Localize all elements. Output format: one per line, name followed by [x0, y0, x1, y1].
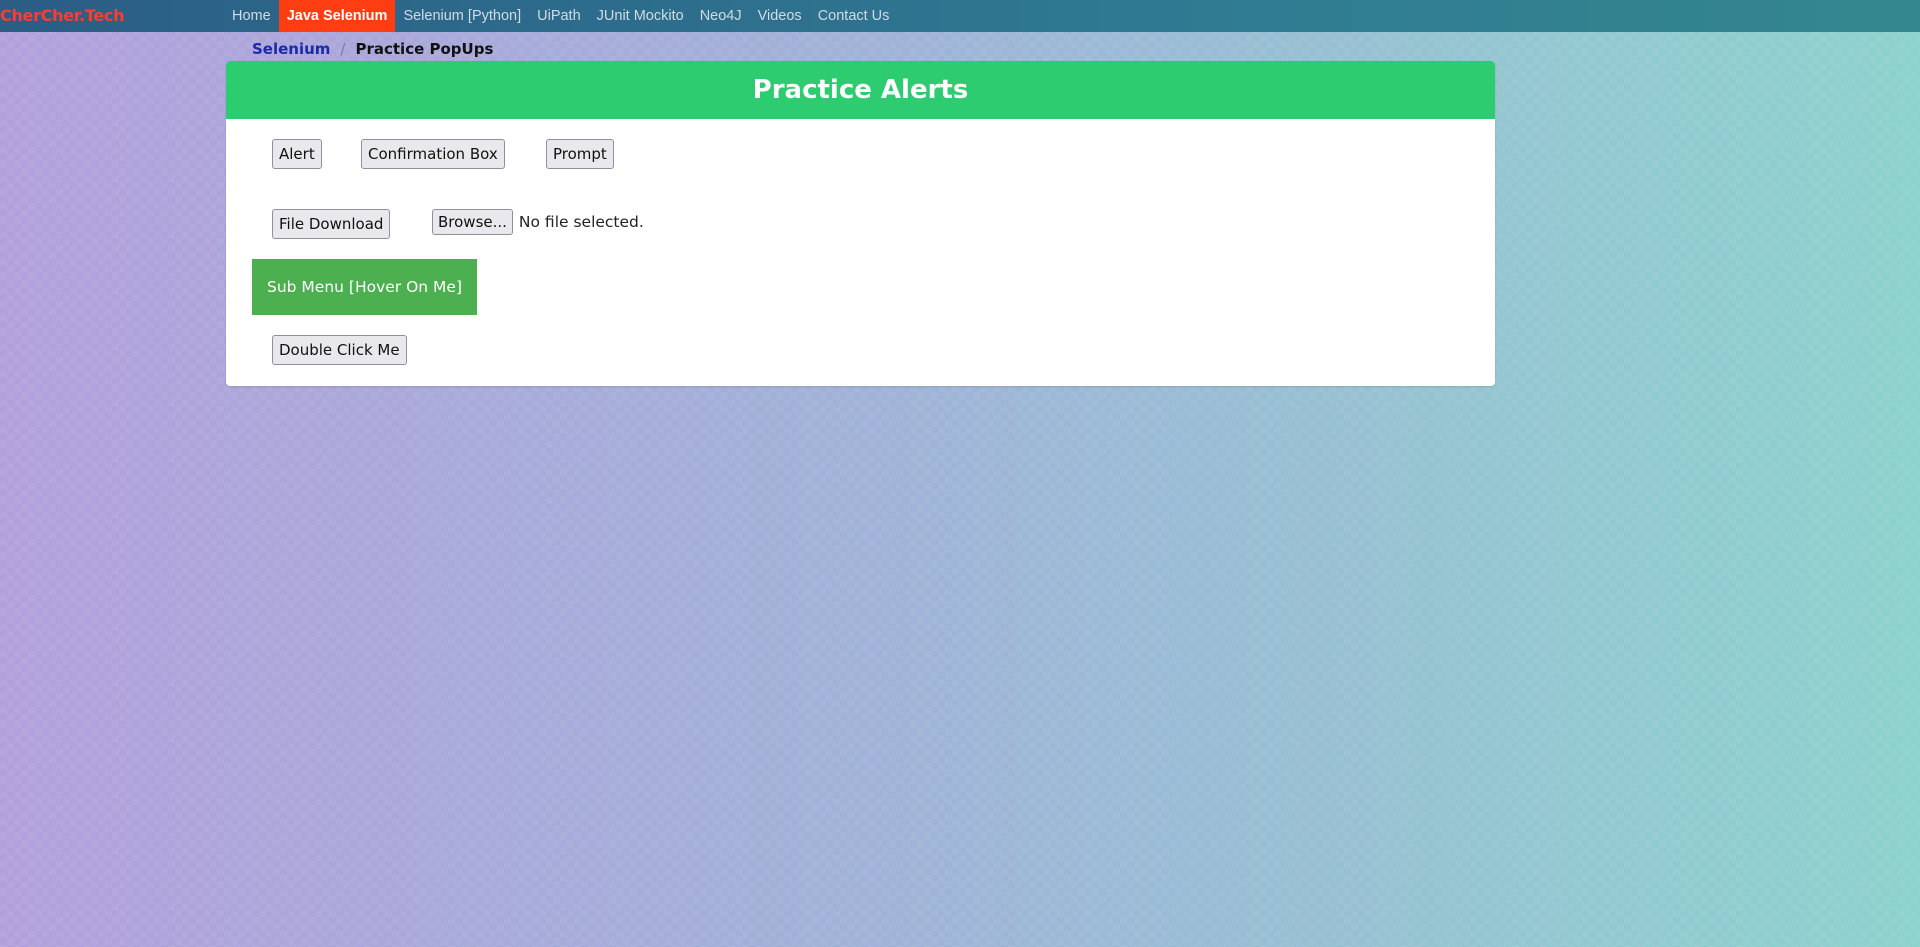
brand-logo[interactable]: CherCher.Tech [0, 0, 124, 32]
confirmation-box-button[interactable]: Confirmation Box [361, 139, 505, 169]
breadcrumb-separator: / [340, 40, 346, 58]
nav-links: Home Java Selenium Selenium [Python] UiP… [224, 0, 897, 32]
nav-link-uipath[interactable]: UiPath [529, 0, 589, 32]
top-navbar: CherCher.Tech Home Java Selenium Seleniu… [0, 0, 1920, 32]
double-click-button[interactable]: Double Click Me [272, 335, 407, 365]
sub-menu-hover[interactable]: Sub Menu [Hover On Me] [252, 259, 477, 315]
file-download-button[interactable]: File Download [272, 209, 391, 239]
alert-button[interactable]: Alert [272, 139, 322, 169]
breadcrumb: Selenium / Practice PopUps [252, 38, 493, 60]
nav-link-neo4j[interactable]: Neo4J [692, 0, 750, 32]
browse-button[interactable]: Browse... [432, 209, 513, 235]
prompt-button[interactable]: Prompt [546, 139, 614, 169]
file-upload-input: Browse... No file selected. [432, 209, 644, 235]
nav-link-java-selenium[interactable]: Java Selenium [278, 0, 396, 32]
practice-alerts-card: Practice Alerts Alert Confirmation Box P… [226, 61, 1495, 386]
nav-link-junit-mockito[interactable]: JUnit Mockito [589, 0, 692, 32]
breadcrumb-current: Practice PopUps [355, 40, 494, 58]
file-status-text: No file selected. [518, 213, 644, 231]
nav-link-contact-us[interactable]: Contact Us [810, 0, 898, 32]
nav-link-home[interactable]: Home [224, 0, 279, 32]
nav-link-videos[interactable]: Videos [750, 0, 810, 32]
breadcrumb-selenium-link[interactable]: Selenium [252, 38, 330, 60]
nav-link-selenium-python[interactable]: Selenium [Python] [395, 0, 529, 32]
card-title: Practice Alerts [226, 61, 1495, 119]
